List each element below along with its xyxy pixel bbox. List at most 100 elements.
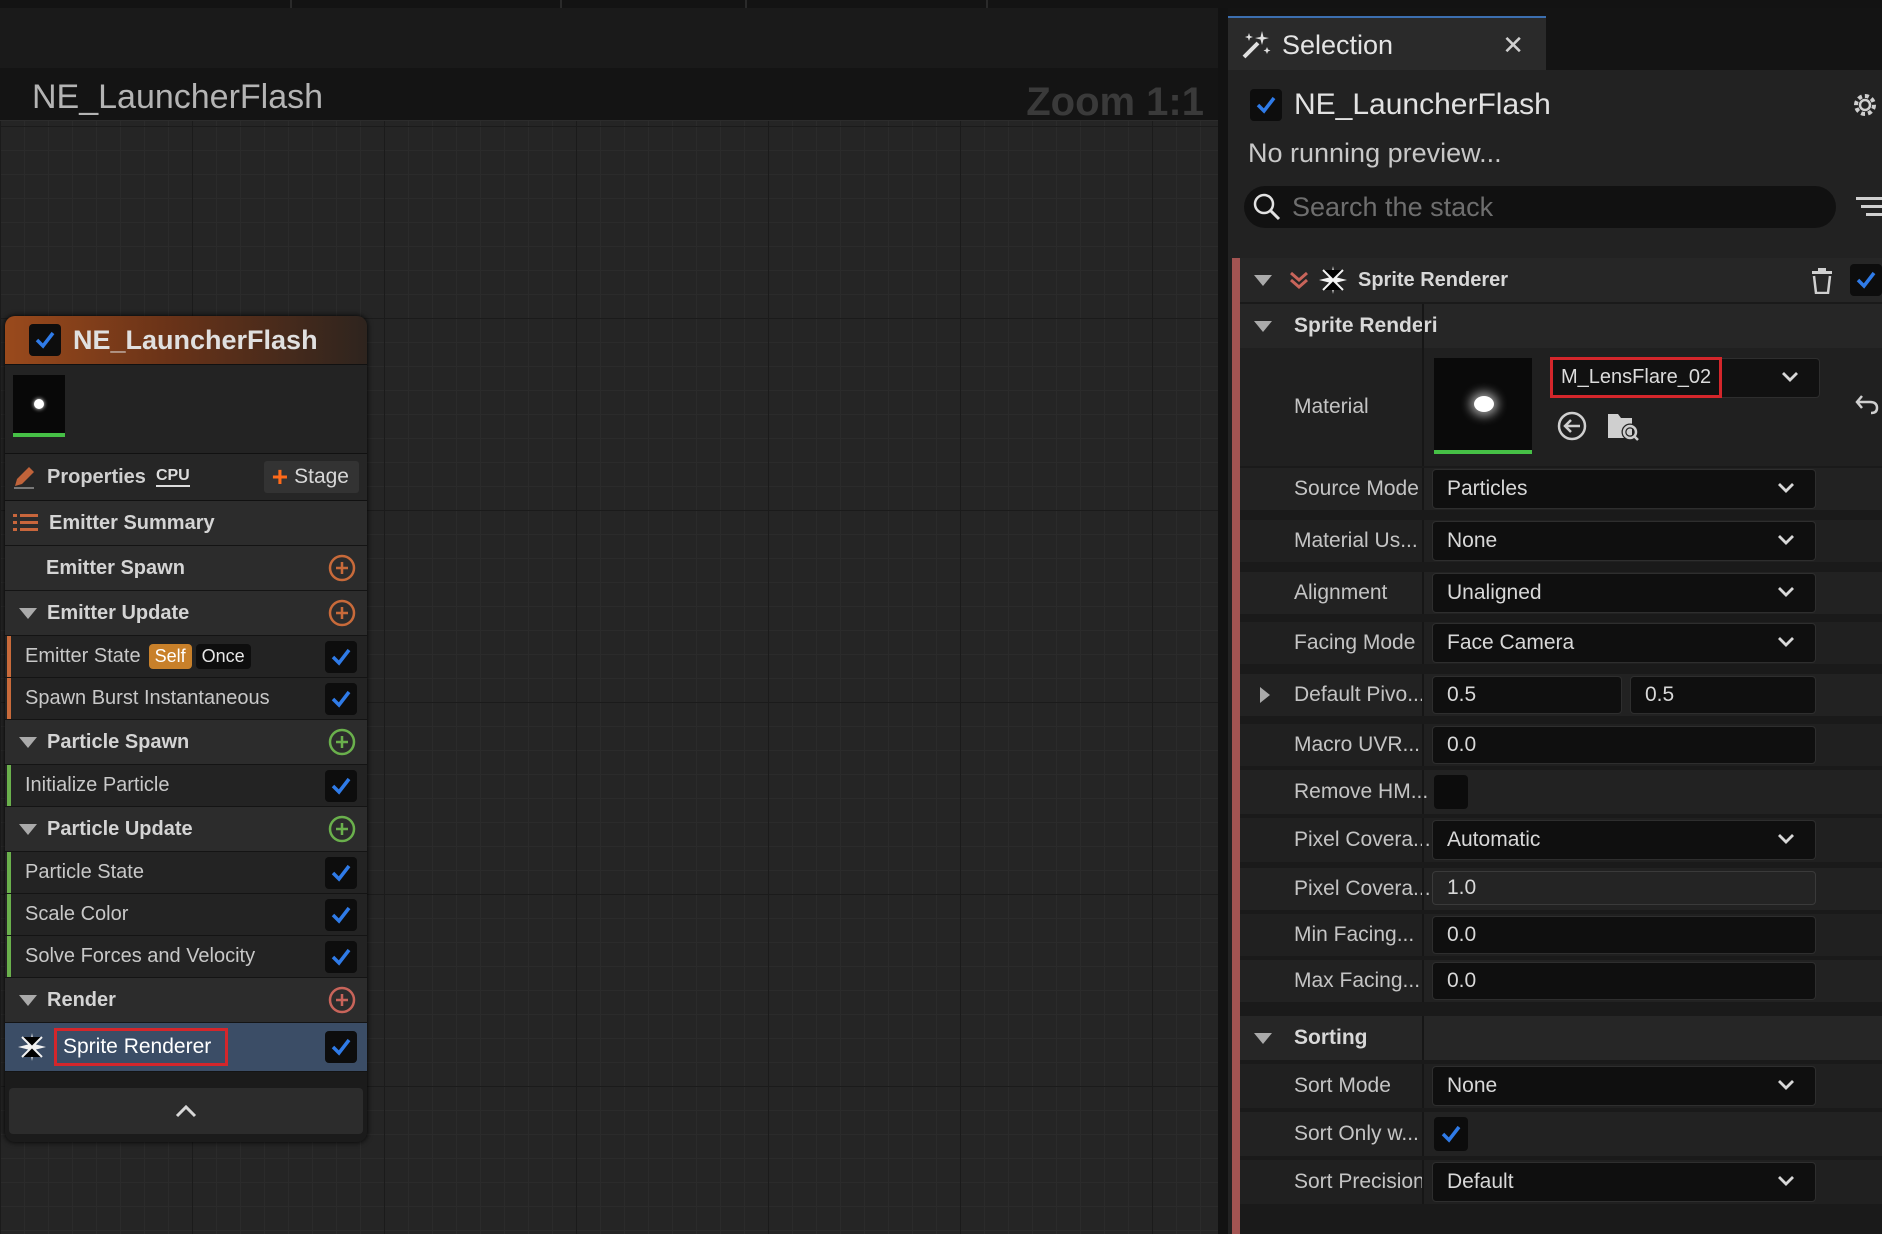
sprite-renderer-header[interactable]: Sprite Renderer xyxy=(1240,258,1882,302)
use-selected-asset-icon[interactable] xyxy=(1556,410,1588,442)
material-thumbnail[interactable] xyxy=(13,375,65,437)
material-thumbnail[interactable] xyxy=(1434,358,1532,454)
module-enable-checkbox[interactable] xyxy=(325,682,357,715)
sort-only-checkbox[interactable] xyxy=(1434,1117,1468,1151)
module-enable-checkbox[interactable] xyxy=(1850,264,1882,296)
collapse-caret-icon[interactable] xyxy=(1254,1032,1272,1044)
column-divider xyxy=(1422,770,1424,814)
min-facing-field[interactable]: 0.0 xyxy=(1432,916,1816,954)
pixel-coverage-mode-label: Pixel Covera... xyxy=(1294,828,1431,851)
module-enable-checkbox[interactable] xyxy=(325,940,357,973)
module-enable-checkbox[interactable] xyxy=(325,856,357,889)
material-asset-value: M_LensFlare_02 xyxy=(1549,357,1723,398)
sort-precision-dropdown[interactable]: Default xyxy=(1432,1162,1816,1202)
module-enable-checkbox[interactable] xyxy=(325,898,357,931)
collapse-caret-icon[interactable] xyxy=(1254,320,1272,332)
add-module-icon[interactable] xyxy=(327,727,357,757)
add-stage-button[interactable]: + Stage xyxy=(263,461,359,493)
collapse-caret-icon[interactable] xyxy=(1254,274,1272,286)
panel-divider[interactable] xyxy=(1218,8,1228,1234)
particle-spawn-row[interactable]: Particle Spawn xyxy=(5,720,367,765)
remove-hmd-checkbox[interactable] xyxy=(1434,775,1468,809)
sprite-rendering-category[interactable]: Sprite Renderi xyxy=(1240,304,1882,348)
tab-selection[interactable]: Selection ✕ xyxy=(1228,16,1546,72)
sort-mode-label: Sort Mode xyxy=(1294,1074,1391,1097)
sparkle-icon xyxy=(1319,266,1347,294)
collapse-node-button[interactable] xyxy=(9,1088,363,1134)
node-enable-checkbox[interactable] xyxy=(29,324,61,356)
alignment-dropdown[interactable]: Unaligned xyxy=(1432,573,1816,613)
material-user-dropdown[interactable]: None xyxy=(1432,521,1816,561)
strip-divider xyxy=(986,0,988,8)
emitter-update-row[interactable]: Emitter Update xyxy=(5,591,367,636)
add-module-icon[interactable] xyxy=(327,553,357,583)
graph-header: NE_LauncherFlash Zoom 1:1 xyxy=(0,68,1218,124)
properties-row[interactable]: Properties CPU + Stage xyxy=(5,453,367,501)
pivot-y-field[interactable]: 0.5 xyxy=(1630,676,1816,714)
material-user-value: None xyxy=(1447,529,1498,552)
sort-precision-label: Sort Precision xyxy=(1294,1170,1425,1193)
emitter-state-row[interactable]: Emitter State Self Once xyxy=(5,636,367,678)
max-facing-field[interactable]: 0.0 xyxy=(1432,962,1816,1000)
emitter-node[interactable]: NE_LauncherFlash Properties CPU + Stage … xyxy=(5,316,367,1142)
search-input[interactable]: Search the stack xyxy=(1292,192,1493,223)
add-module-icon[interactable] xyxy=(327,985,357,1015)
sort-mode-dropdown[interactable]: None xyxy=(1432,1066,1816,1106)
collapse-caret-icon[interactable] xyxy=(19,823,37,835)
module-enable-checkbox[interactable] xyxy=(325,769,357,802)
column-divider xyxy=(1422,960,1424,1002)
trash-icon[interactable] xyxy=(1810,268,1834,294)
sparkle-icon xyxy=(18,1033,46,1061)
emitter-enable-checkbox[interactable] xyxy=(1250,89,1282,121)
preview-status: No running preview... xyxy=(1248,138,1502,168)
material-asset-picker[interactable]: M_LensFlare_02 xyxy=(1549,357,1820,398)
pixel-coverage-blend-field[interactable]: 1.0 xyxy=(1432,871,1816,905)
close-icon[interactable]: ✕ xyxy=(1502,30,1524,61)
collapse-caret-icon[interactable] xyxy=(19,607,37,619)
module-enable-checkbox[interactable] xyxy=(325,640,357,673)
spawn-burst-row[interactable]: Spawn Burst Instantaneous xyxy=(5,678,367,720)
gear-icon[interactable] xyxy=(1850,90,1880,120)
search-box[interactable]: Search the stack xyxy=(1244,186,1836,228)
module-enable-checkbox[interactable] xyxy=(325,1031,357,1063)
reset-arrow-icon[interactable] xyxy=(1854,392,1880,416)
macro-uv-field[interactable]: 0.0 xyxy=(1432,726,1816,764)
facing-mode-dropdown[interactable]: Face Camera xyxy=(1432,623,1816,663)
sprite-rendering-label: Sprite Renderi xyxy=(1294,314,1438,337)
solve-forces-row[interactable]: Solve Forces and Velocity xyxy=(5,936,367,978)
sprite-renderer-row[interactable]: Sprite Renderer xyxy=(5,1023,367,1072)
browse-asset-icon[interactable] xyxy=(1606,410,1640,442)
emitter-spawn-row[interactable]: Emitter Spawn xyxy=(5,546,367,591)
pivot-y-value: 0.5 xyxy=(1645,683,1675,706)
add-module-icon[interactable] xyxy=(327,814,357,844)
remove-hmd-row: Remove HM... xyxy=(1240,770,1882,814)
particle-state-row[interactable]: Particle State xyxy=(5,852,367,894)
material-label: Material xyxy=(1294,395,1369,418)
emitter-update-label: Emitter Update xyxy=(47,601,190,624)
node-header[interactable]: NE_LauncherFlash xyxy=(5,316,367,365)
remove-hmd-label: Remove HM... xyxy=(1294,780,1429,803)
pivot-x-field[interactable]: 0.5 xyxy=(1432,676,1622,714)
plus-icon: + xyxy=(271,461,289,492)
collapse-caret-icon[interactable] xyxy=(19,736,37,748)
scale-color-row[interactable]: Scale Color xyxy=(5,894,367,936)
filter-icon[interactable] xyxy=(1854,194,1882,220)
expand-caret-icon[interactable] xyxy=(1258,685,1272,705)
stage-color-bar xyxy=(7,765,11,806)
sorting-category[interactable]: Sorting xyxy=(1240,1016,1882,1060)
check-icon xyxy=(331,864,351,882)
pencil-icon xyxy=(14,467,34,489)
add-module-icon[interactable] xyxy=(327,598,357,628)
pixel-coverage-mode-row: Pixel Covera... Automatic xyxy=(1240,818,1882,862)
chevron-down-icon xyxy=(1778,483,1794,493)
collapse-caret-icon[interactable] xyxy=(19,994,37,1006)
render-row[interactable]: Render xyxy=(5,978,367,1023)
initialize-particle-row[interactable]: Initialize Particle xyxy=(5,765,367,807)
cpu-badge: CPU xyxy=(155,467,190,487)
emitter-summary-row[interactable]: Emitter Summary xyxy=(5,501,367,546)
stage-color-bar xyxy=(7,678,11,719)
particle-update-row[interactable]: Particle Update xyxy=(5,807,367,852)
source-mode-dropdown[interactable]: Particles xyxy=(1432,469,1816,509)
pixel-coverage-mode-dropdown[interactable]: Automatic xyxy=(1432,820,1816,860)
facing-mode-label: Facing Mode xyxy=(1294,631,1416,654)
